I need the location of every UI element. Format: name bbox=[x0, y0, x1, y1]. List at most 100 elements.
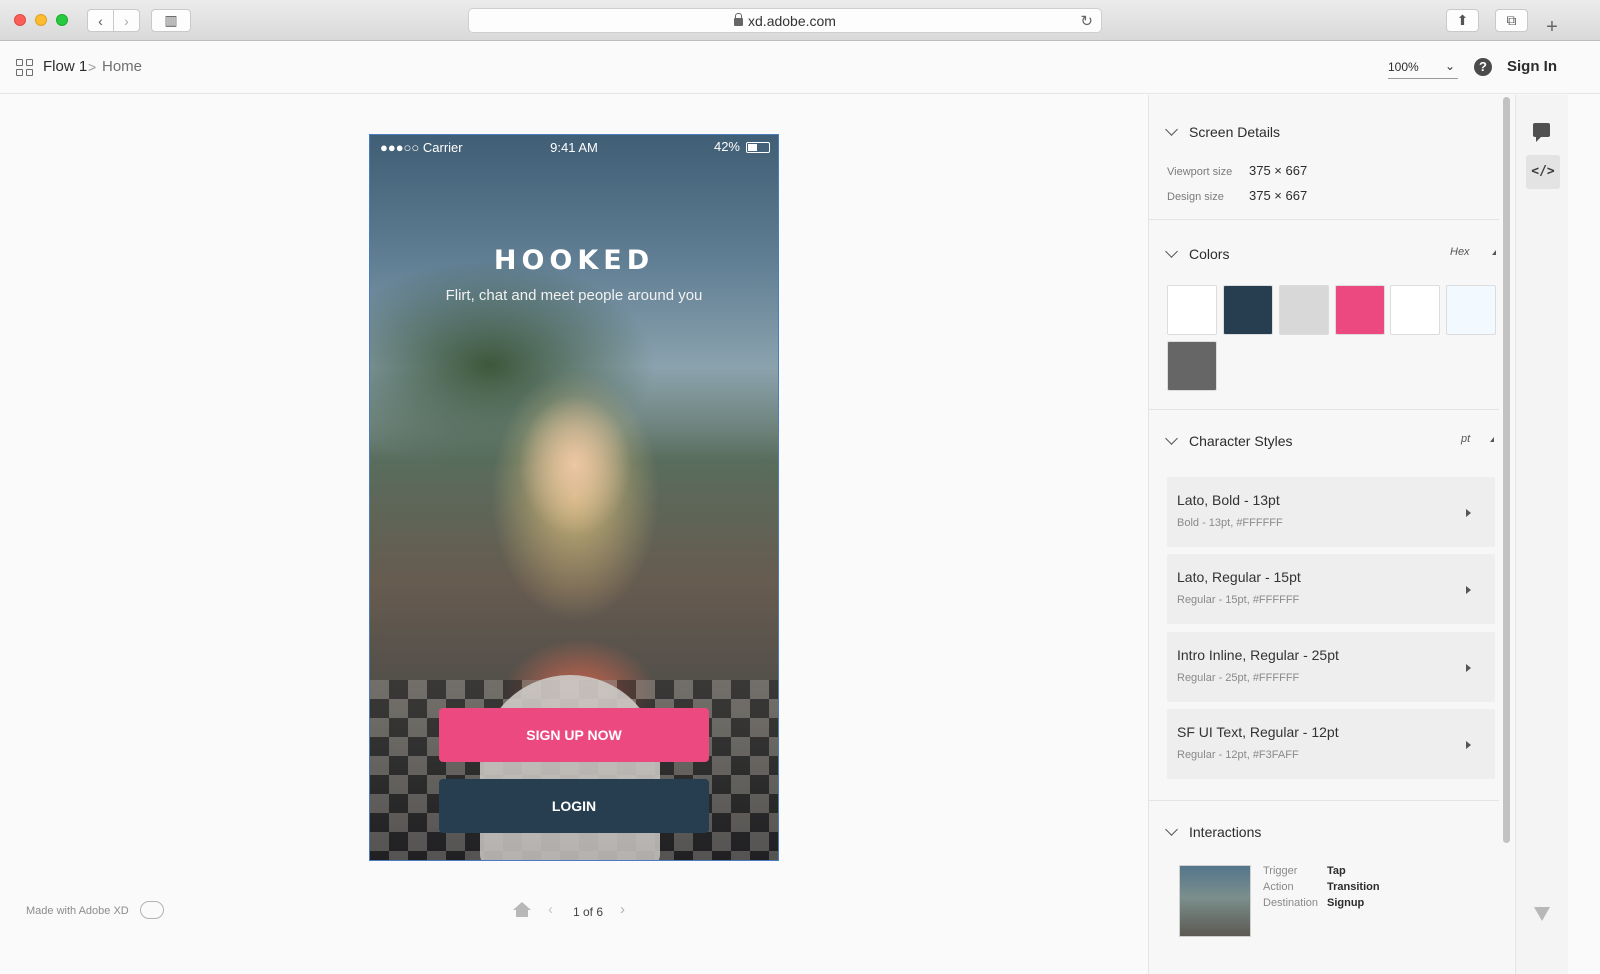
divider bbox=[1149, 800, 1499, 801]
character-style-item[interactable]: SF UI Text, Regular - 12pt Regular - 12p… bbox=[1167, 709, 1495, 779]
expand-arrow-icon[interactable] bbox=[1466, 586, 1471, 594]
show-tabs-button[interactable]: ⧉ bbox=[1495, 9, 1528, 32]
style-desc: Regular - 15pt, #FFFFFF bbox=[1177, 594, 1300, 606]
divider bbox=[1149, 409, 1499, 410]
breadcrumb-separator-icon: > bbox=[88, 59, 97, 75]
home-icon[interactable] bbox=[513, 902, 531, 918]
zoom-window-button[interactable] bbox=[56, 14, 68, 26]
app-logo: HOOKED bbox=[493, 245, 655, 276]
design-size-value: 375 × 667 bbox=[1249, 188, 1308, 203]
pager-label: 1 of 6 bbox=[573, 905, 604, 919]
destination-value: Signup bbox=[1327, 897, 1365, 909]
color-swatch[interactable] bbox=[1223, 285, 1273, 335]
section-title: Interactions bbox=[1189, 824, 1262, 840]
color-swatch[interactable] bbox=[1167, 285, 1217, 335]
color-format-toggle[interactable]: Hex bbox=[1450, 246, 1496, 258]
divider bbox=[1149, 219, 1499, 220]
chevron-right-icon: › bbox=[124, 12, 129, 29]
sign-up-button[interactable]: SIGN UP NOW bbox=[439, 708, 709, 762]
right-rail: </> bbox=[1515, 95, 1568, 974]
battery-icon bbox=[746, 142, 770, 153]
character-style-item[interactable]: Lato, Regular - 15pt Regular - 15pt, #FF… bbox=[1167, 554, 1495, 624]
reload-icon[interactable]: ↻ bbox=[1080, 12, 1093, 30]
new-tab-button[interactable]: + bbox=[1542, 17, 1562, 37]
character-style-item[interactable]: Lato, Bold - 13pt Bold - 13pt, #FFFFFF bbox=[1167, 477, 1495, 547]
browser-toolbar: ‹ › ▥ xd.adobe.com ↻ ⬆ ⧉ + bbox=[0, 0, 1600, 41]
style-desc: Bold - 13pt, #FFFFFF bbox=[1177, 517, 1283, 529]
section-character-styles[interactable]: Character Styles bbox=[1165, 432, 1293, 449]
section-interactions[interactable]: Interactions bbox=[1165, 823, 1262, 840]
style-name: Lato, Regular - 15pt bbox=[1177, 569, 1301, 585]
lock-icon bbox=[734, 12, 744, 26]
trigger-label: Trigger bbox=[1263, 865, 1298, 877]
creative-cloud-icon bbox=[140, 901, 164, 919]
comment-icon[interactable] bbox=[1533, 123, 1550, 142]
unit-toggle[interactable]: pt bbox=[1461, 433, 1495, 445]
chevron-down-icon bbox=[1165, 823, 1178, 836]
section-title: Screen Details bbox=[1189, 124, 1281, 140]
style-name: SF UI Text, Regular - 12pt bbox=[1177, 724, 1339, 740]
code-icon[interactable]: </> bbox=[1526, 155, 1560, 189]
destination-label: Destination bbox=[1263, 897, 1319, 909]
zoom-select[interactable]: 100% ⌄ bbox=[1388, 57, 1458, 79]
chevron-left-icon[interactable]: ‹ bbox=[548, 901, 553, 918]
unit-value: pt bbox=[1461, 433, 1471, 445]
style-desc: Regular - 12pt, #F3FAFF bbox=[1177, 749, 1299, 761]
sign-in-link[interactable]: Sign In bbox=[1507, 58, 1557, 75]
artboard-home[interactable]: ●●●○○ Carrier 9:41 AM 42% HOOKED Flirt, … bbox=[369, 134, 779, 861]
expand-arrow-icon[interactable] bbox=[1466, 741, 1471, 749]
zoom-value: 100% bbox=[1388, 60, 1419, 74]
sidebar-toggle-button[interactable]: ▥ bbox=[151, 9, 191, 32]
forward-button[interactable]: › bbox=[113, 9, 140, 32]
action-label: Action bbox=[1263, 881, 1294, 893]
color-swatch[interactable] bbox=[1167, 341, 1217, 391]
back-button[interactable]: ‹ bbox=[87, 9, 114, 32]
breadcrumb-home[interactable]: Home bbox=[102, 58, 142, 75]
grid-icon[interactable] bbox=[16, 59, 33, 76]
color-swatch[interactable] bbox=[1279, 285, 1329, 335]
section-title: Colors bbox=[1189, 246, 1230, 262]
viewport-size-label: Viewport size bbox=[1167, 166, 1233, 178]
action-value: Transition bbox=[1327, 881, 1380, 893]
chevron-left-icon: ‹ bbox=[98, 12, 103, 29]
tabs-icon: ⧉ bbox=[1506, 12, 1517, 28]
character-style-item[interactable]: Intro Inline, Regular - 25pt Regular - 2… bbox=[1167, 632, 1495, 702]
login-button[interactable]: LOGIN bbox=[439, 779, 709, 833]
panel-scrollbar[interactable] bbox=[1503, 97, 1510, 843]
color-format-value: Hex bbox=[1450, 246, 1470, 258]
chevron-down-icon bbox=[1165, 432, 1178, 445]
style-name: Lato, Bold - 13pt bbox=[1177, 492, 1280, 508]
chevron-right-icon[interactable]: › bbox=[620, 901, 625, 918]
section-colors[interactable]: Colors bbox=[1165, 245, 1230, 262]
sidebar-icon: ▥ bbox=[164, 12, 178, 28]
section-screen-details[interactable]: Screen Details bbox=[1165, 123, 1281, 140]
viewport-size-value: 375 × 667 bbox=[1249, 163, 1308, 178]
design-size-label: Design size bbox=[1167, 191, 1224, 203]
style-name: Intro Inline, Regular - 25pt bbox=[1177, 647, 1339, 663]
share-icon: ⬆ bbox=[1456, 12, 1469, 28]
made-with-label: Made with Adobe XD bbox=[26, 905, 129, 917]
battery-percent: 42% bbox=[713, 139, 740, 154]
section-title: Character Styles bbox=[1189, 433, 1293, 449]
breadcrumb-flow[interactable]: Flow 1 bbox=[43, 58, 87, 75]
address-bar[interactable]: xd.adobe.com ↻ bbox=[468, 8, 1102, 33]
chevron-down-icon bbox=[1165, 245, 1178, 258]
share-button[interactable]: ⬆ bbox=[1446, 9, 1479, 32]
xd-header: Flow 1 > Home 100% ⌄ ? Sign In bbox=[0, 42, 1600, 94]
expand-arrow-icon[interactable] bbox=[1466, 664, 1471, 672]
url-text: xd.adobe.com bbox=[748, 12, 836, 29]
help-icon[interactable]: ? bbox=[1474, 58, 1492, 76]
feedback-icon[interactable] bbox=[1534, 907, 1550, 921]
dropdown-icon bbox=[1491, 250, 1496, 255]
inspect-panel: Screen Details Viewport size 375 × 667 D… bbox=[1148, 95, 1514, 974]
expand-arrow-icon[interactable] bbox=[1466, 509, 1471, 517]
color-swatch[interactable] bbox=[1335, 285, 1385, 335]
chevron-down-icon bbox=[1165, 123, 1178, 136]
app-tagline: Flirt, chat and meet people around you bbox=[445, 287, 703, 304]
minimize-window-button[interactable] bbox=[35, 14, 47, 26]
close-window-button[interactable] bbox=[14, 14, 26, 26]
destination-thumbnail[interactable] bbox=[1179, 865, 1251, 937]
style-desc: Regular - 25pt, #FFFFFF bbox=[1177, 672, 1300, 684]
color-swatch[interactable] bbox=[1390, 285, 1440, 335]
color-swatch[interactable] bbox=[1446, 285, 1496, 335]
